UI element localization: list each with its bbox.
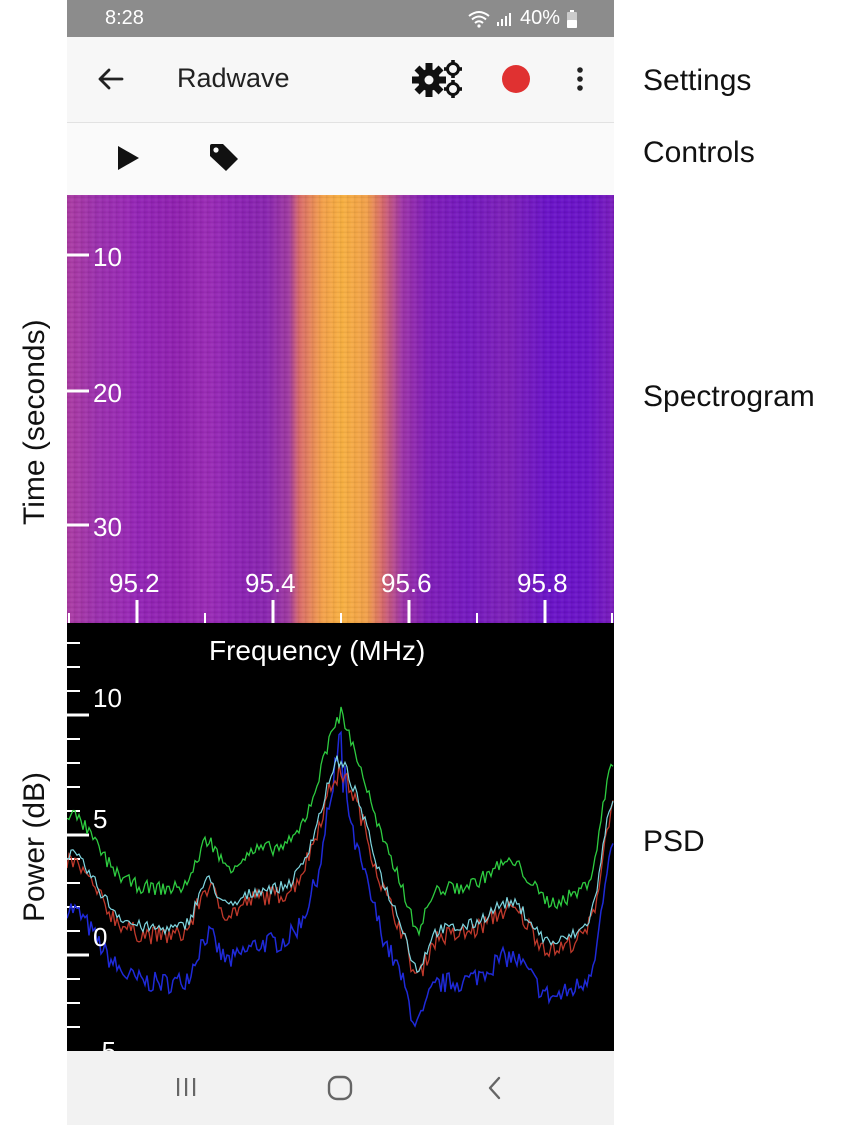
frequency-axis-label: Frequency (MHz): [209, 635, 426, 666]
play-button[interactable]: [113, 143, 143, 173]
home-button[interactable]: [325, 1073, 355, 1103]
spectrogram-y-axis-label: Time (seconds): [18, 319, 51, 525]
controls-bar: [67, 123, 614, 195]
more-vertical-icon: [577, 67, 583, 91]
system-nav-bar: [67, 1051, 614, 1125]
psd-trace-red: [67, 763, 614, 977]
app-bar: Radwave: [67, 37, 614, 123]
signal-icon: [496, 12, 511, 26]
status-indicators: 40%: [468, 7, 578, 30]
time-tick-label: 10: [93, 242, 122, 272]
psd-trace-blue: [67, 730, 614, 1028]
recent-apps-button[interactable]: [173, 1073, 199, 1101]
record-icon: [502, 65, 530, 93]
time-tick-label: 30: [93, 512, 122, 542]
play-icon: [118, 146, 139, 170]
psd-y-axis-label: Power (dB): [18, 771, 51, 922]
freq-tick-label: 95.2: [109, 568, 160, 598]
overflow-menu-button[interactable]: [567, 64, 593, 94]
psd-graph: [67, 642, 614, 1028]
status-time: 8:28: [105, 7, 144, 29]
record-button[interactable]: [501, 64, 531, 94]
spectrogram[interactable]: 10 20 30 95.2 95.4 95.6 95.8: [67, 195, 614, 623]
gears-icon: [412, 60, 462, 98]
power-tick-label: 10: [93, 683, 122, 713]
wifi-icon: [468, 10, 490, 28]
time-tick-label: 20: [93, 378, 122, 408]
phone-screen: 8:28 40% Radwave 10 20 30 95.2 95.4 95.6…: [67, 0, 614, 1125]
back-button[interactable]: [93, 62, 127, 96]
psd-y-ticks: [67, 642, 89, 1028]
annotation-settings: Settings: [643, 64, 752, 97]
spectrogram-axes: [67, 253, 613, 623]
battery-percent: 40%: [519, 7, 560, 29]
power-tick-label: 0: [93, 922, 108, 952]
annotation-psd: PSD: [643, 825, 705, 858]
freq-tick-label: 95.6: [381, 568, 432, 598]
freq-tick-label: 95.4: [245, 568, 296, 598]
app-title: Radwave: [177, 63, 290, 93]
home-icon: [327, 1075, 353, 1101]
annotation-spectrogram: Spectrogram: [643, 380, 815, 413]
psd-trace-cyan: [67, 755, 614, 974]
psd-plot[interactable]: Frequency (MHz) 10 5 0 -5: [67, 623, 614, 1051]
annotation-controls: Controls: [643, 136, 755, 169]
freq-tick-label: 95.8: [517, 568, 568, 598]
battery-icon: [567, 9, 577, 28]
power-tick-label: -5: [93, 1036, 117, 1051]
status-bar: 8:28 40%: [67, 0, 614, 37]
arrow-left-icon: [98, 68, 124, 90]
chevron-left-icon: [488, 1076, 501, 1100]
recent-apps-icon: [177, 1078, 196, 1096]
tag-button[interactable]: [207, 143, 241, 173]
psd-trace-green: [67, 706, 614, 937]
power-tick-label: 5: [93, 804, 108, 834]
nav-back-button[interactable]: [481, 1073, 507, 1103]
tag-icon: [210, 144, 238, 171]
settings-button[interactable]: [411, 57, 465, 101]
